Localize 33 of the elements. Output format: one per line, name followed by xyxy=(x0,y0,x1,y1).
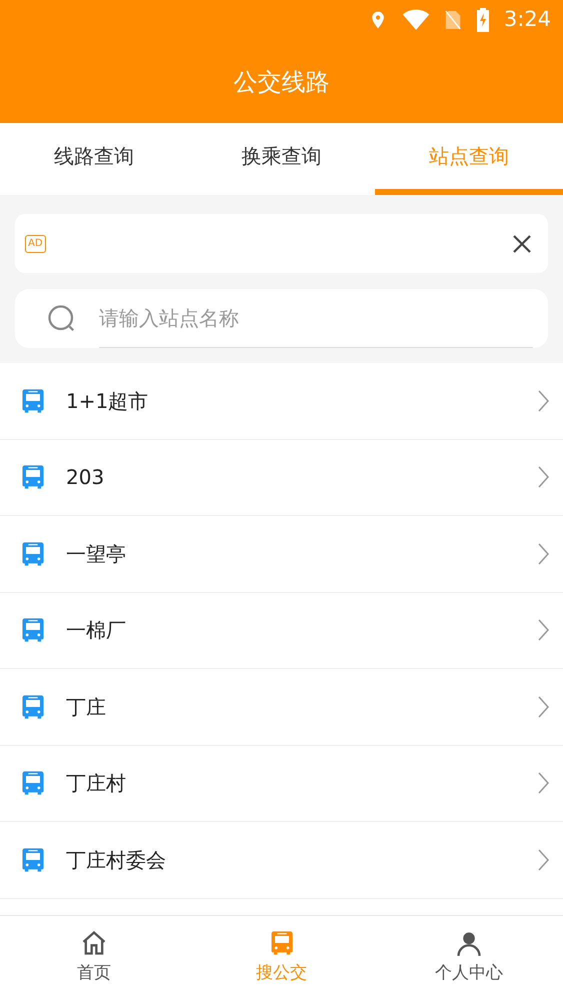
search-icon xyxy=(47,304,77,334)
tab[interactable]: 线路查询 xyxy=(0,123,188,195)
chevron-right-icon xyxy=(537,542,549,566)
nav-item[interactable]: 个人中心 xyxy=(375,916,563,1000)
chevron-right-icon xyxy=(537,388,549,413)
station-name: 一望亭 xyxy=(66,540,127,568)
station-name: 一棉厂 xyxy=(66,617,127,644)
chevron-right-icon xyxy=(537,694,549,719)
search-field[interactable]: 请输入站点名称 xyxy=(15,289,548,348)
station-name: 203 xyxy=(66,464,106,492)
station-row[interactable]: 一望亭 xyxy=(0,516,563,592)
station-row[interactable]: 丁庄 xyxy=(0,669,563,746)
wifi-icon xyxy=(402,9,430,31)
station-name: 丁庄村委会 xyxy=(66,846,167,874)
station-row[interactable]: 丁庄村 xyxy=(0,746,563,822)
chevron-right-icon xyxy=(537,465,549,490)
ad-badge: AD xyxy=(25,234,46,252)
status-time: 3:24 xyxy=(504,6,551,34)
station-row[interactable]: 1+1超市 xyxy=(0,363,563,440)
no-sim-icon xyxy=(444,9,462,31)
station-row[interactable]: 203 xyxy=(0,440,563,516)
chevron-right-icon xyxy=(537,771,549,796)
station-row[interactable]: 一棉厂 xyxy=(0,592,563,669)
chevron-right-icon xyxy=(537,848,549,872)
tab[interactable]: 换乘查询 xyxy=(188,123,376,195)
nav-item[interactable]: 首页 xyxy=(0,916,188,1000)
station-name: 1+1超市 xyxy=(66,388,150,415)
station-name: 丁庄 xyxy=(66,694,107,721)
station-row[interactable]: 丁庄村委会 xyxy=(0,822,563,898)
chevron-right-icon xyxy=(537,618,549,642)
battery-icon xyxy=(476,8,490,32)
station-name: 丁庄村 xyxy=(66,770,127,798)
page-title: 公交线路 xyxy=(234,66,330,98)
